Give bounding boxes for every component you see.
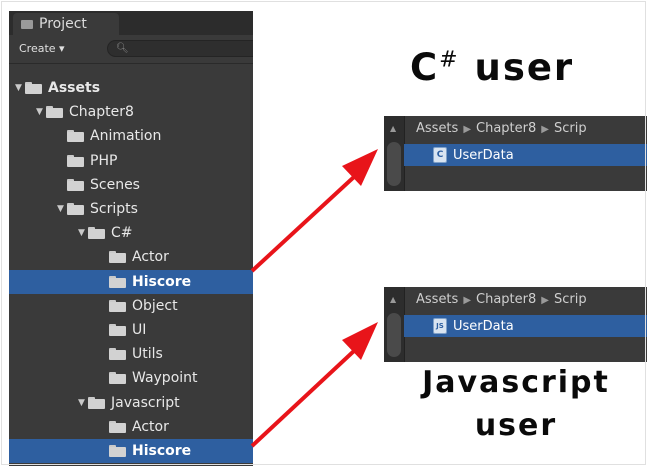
- tree-item-actor[interactable]: Actor: [9, 415, 253, 439]
- csharp-heading-user: user: [459, 46, 575, 89]
- folder-icon: [109, 299, 126, 312]
- scroll-up-icon[interactable]: ▲: [390, 124, 396, 133]
- javascript-project-view: ▲ Assets ▶ Chapter8 ▶ Scrip JS UserData: [384, 287, 647, 362]
- csharp-project-view: ▲ Assets ▶ Chapter8 ▶ Scrip C UserData: [384, 116, 647, 191]
- tree-item-waypoint[interactable]: Waypoint: [9, 366, 253, 390]
- arrow-to-csharp: [250, 174, 357, 273]
- csharp-user-heading: C# user: [410, 46, 574, 89]
- tree-item-label: Assets: [48, 80, 101, 96]
- breadcrumb-item[interactable]: Chapter8: [476, 292, 536, 307]
- folder-icon: [109, 372, 126, 385]
- csharp-heading-sharp: #: [439, 47, 460, 73]
- tree-item-label: Object: [132, 297, 178, 314]
- breadcrumb-item[interactable]: Chapter8: [476, 121, 536, 136]
- tree-item-label: Actor: [132, 249, 169, 266]
- tree-item-label: UI: [132, 322, 147, 338]
- folder-icon: [109, 348, 126, 361]
- tree-item-label: Actor: [132, 418, 169, 435]
- tree-item-label: Utils: [132, 346, 163, 363]
- expand-triangle-icon[interactable]: ▼: [36, 107, 46, 117]
- arrow-to-javascript: [250, 348, 357, 448]
- file-label: UserData: [453, 147, 514, 163]
- folder-icon: [25, 82, 42, 94]
- project-panel: Project Create ▾ 🔍︎ ▼ Assets ▼ Chapter8 Anim…: [9, 11, 253, 466]
- tree-item-label: Javascript: [111, 394, 180, 411]
- breadcrumb: Assets ▶ Chapter8 ▶ Scrip: [416, 121, 587, 136]
- scroll-thumb[interactable]: [387, 142, 401, 186]
- tree-item-hiscore[interactable]: Hiscore: [9, 269, 253, 294]
- expand-triangle-icon[interactable]: ▼: [57, 204, 67, 214]
- expand-triangle-icon[interactable]: ▼: [15, 83, 25, 93]
- tree-item-php[interactable]: PHP: [9, 149, 253, 173]
- folder-icon: [46, 106, 63, 119]
- tree-item-animation[interactable]: Animation: [9, 124, 253, 148]
- breadcrumb-item[interactable]: Assets: [416, 292, 458, 307]
- tree-item-label: Waypoint: [132, 370, 198, 387]
- project-tab[interactable]: Project: [13, 13, 119, 35]
- project-toolbar: Create ▾ 🔍︎: [9, 35, 253, 64]
- tree-item-actor[interactable]: Actor: [9, 245, 253, 269]
- tree-item-utils[interactable]: Utils: [9, 342, 253, 366]
- folder-icon: [67, 130, 84, 143]
- arrow-head-csharp-icon: [342, 149, 378, 186]
- folder-icon: [88, 396, 105, 409]
- tree-item-object[interactable]: Object: [9, 294, 253, 318]
- breadcrumb-item[interactable]: Assets: [416, 121, 458, 136]
- folder-icon: [109, 275, 126, 288]
- breadcrumb-item[interactable]: Scrip: [554, 292, 587, 307]
- tree-item-label: PHP: [90, 152, 118, 169]
- tree-item-label: Hiscore: [132, 443, 192, 459]
- tree-item-javascript[interactable]: ▼ Javascript: [9, 391, 253, 415]
- folder-icon: [109, 251, 126, 264]
- create-button[interactable]: Create ▾: [19, 42, 65, 55]
- tree-item-label: Hiscore: [132, 273, 192, 290]
- breadcrumb-separator-icon: ▶: [541, 295, 549, 306]
- breadcrumb-separator-icon: ▶: [541, 124, 549, 135]
- folder-icon: [109, 324, 126, 336]
- folder-icon: [109, 445, 126, 457]
- scrollbar[interactable]: ▲: [384, 287, 405, 362]
- file-label: UserData: [453, 318, 514, 334]
- tree-item-label: Scripts: [90, 201, 138, 217]
- csharp-heading-c: C: [410, 46, 440, 89]
- breadcrumb-separator-icon: ▶: [463, 295, 472, 306]
- breadcrumb-item[interactable]: Scrip: [554, 121, 587, 136]
- breadcrumb-separator-icon: ▶: [463, 124, 472, 135]
- project-tab-label: Project: [39, 16, 87, 32]
- search-icon: 🔍︎: [116, 43, 129, 54]
- search-input[interactable]: 🔍︎: [107, 40, 253, 57]
- arrow-head-javascript-icon: [342, 322, 378, 360]
- scroll-thumb[interactable]: [387, 313, 401, 357]
- file-row-userdata[interactable]: JS UserData: [404, 315, 647, 337]
- tree-item-chapter8[interactable]: ▼ Chapter8: [9, 100, 253, 124]
- file-row-userdata[interactable]: C UserData: [404, 144, 647, 166]
- breadcrumb: Assets ▶ Chapter8 ▶ Scrip: [416, 292, 587, 307]
- folder-icon: [88, 227, 105, 240]
- panel-tab-row: Project: [9, 11, 253, 35]
- tree-item-assets[interactable]: ▼ Assets: [9, 76, 253, 100]
- project-tab-icon: [21, 19, 33, 29]
- javascript-heading-line2: user: [474, 408, 558, 443]
- tree-item-label: Animation: [90, 128, 162, 145]
- tree-item-hiscore[interactable]: Hiscore: [9, 439, 253, 463]
- tree-item-scripts[interactable]: ▼ Scripts: [9, 197, 253, 221]
- javascript-heading-line1: Javascript: [422, 365, 610, 400]
- tree-item-label: Scenes: [90, 176, 140, 193]
- scroll-up-icon[interactable]: ▲: [390, 295, 396, 304]
- scrollbar[interactable]: ▲: [384, 116, 405, 191]
- folder-icon: [67, 154, 84, 167]
- csharp-file-icon: C: [433, 147, 447, 163]
- expand-triangle-icon[interactable]: ▼: [78, 398, 88, 408]
- folder-icon: [109, 420, 126, 433]
- javascript-file-icon: JS: [433, 318, 447, 334]
- tree-item-label: Chapter8: [69, 104, 134, 121]
- tree-item-scenes[interactable]: Scenes: [9, 173, 253, 197]
- tree-item-label: C#: [111, 225, 133, 242]
- expand-triangle-icon[interactable]: ▼: [78, 228, 88, 238]
- folder-icon: [67, 203, 84, 215]
- folder-icon: [67, 178, 84, 191]
- tree-item-c-[interactable]: ▼ C#: [9, 221, 253, 245]
- tree-item-ui[interactable]: UI: [9, 318, 253, 342]
